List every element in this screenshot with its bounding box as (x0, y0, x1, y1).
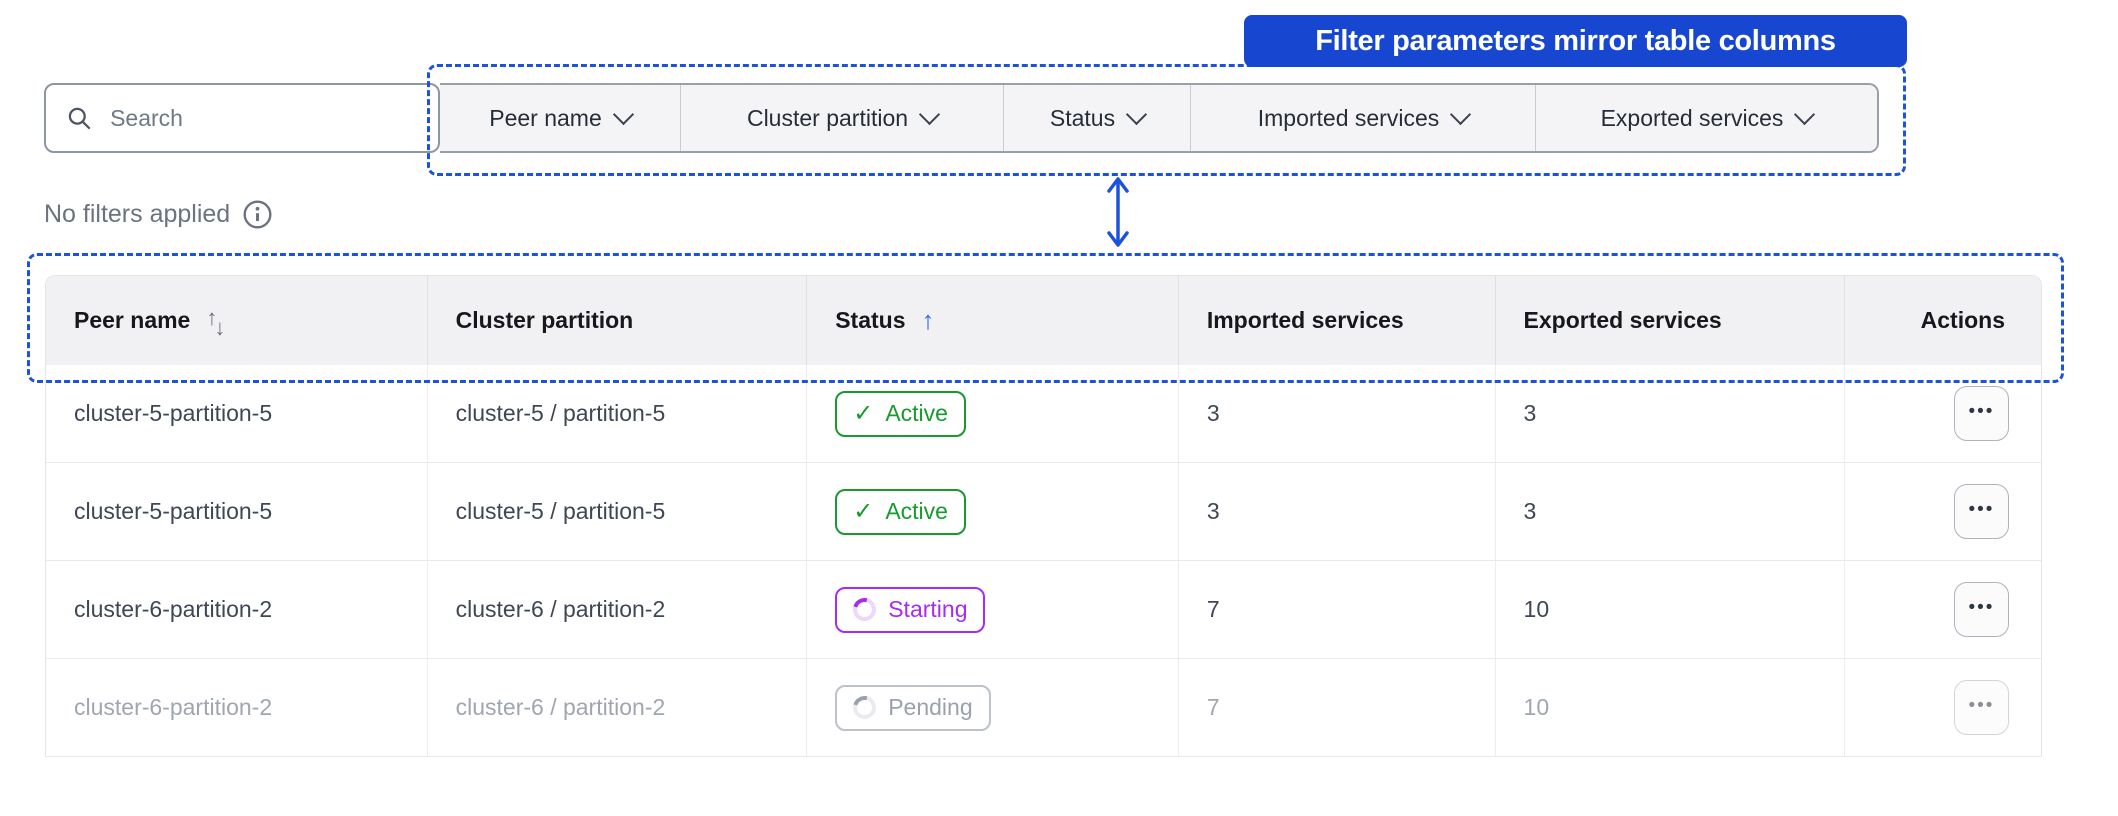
status-label: Active (885, 400, 948, 426)
filter-button-label: Imported services (1257, 104, 1440, 131)
cell-actions: ••• (1844, 463, 2041, 560)
cell-status: ✓ Active (806, 365, 1178, 462)
filter-button-label: Exported services (1600, 104, 1784, 131)
column-header-label: Status (835, 307, 906, 333)
cell-peer-name: cluster-5-partition-5 (74, 498, 273, 524)
cell-actions: ••• (1844, 659, 2041, 756)
check-icon: ✓ (853, 399, 874, 427)
spinner-icon (849, 691, 881, 724)
cell-imported-services: 7 (1177, 561, 1495, 658)
row-actions-button[interactable]: ••• (1953, 582, 2009, 637)
search-icon (68, 107, 91, 130)
status-label: Active (885, 498, 948, 524)
filter-summary: No filters applied (44, 199, 273, 230)
cell-exported-services: 3 (1494, 463, 1845, 560)
column-header[interactable]: Imported services ↑↓ ↑ (1177, 276, 1495, 365)
spinner-icon (849, 593, 881, 626)
status-badge: ✓ Pending (835, 684, 991, 731)
table-row: cluster-6-partition-2 cluster-6 / partit… (46, 659, 2041, 757)
status-label: Starting (888, 596, 968, 622)
cell-peer-name: cluster-5-partition-5 (74, 400, 273, 426)
callout-banner: Filter parameters mirror table columns (1244, 15, 1907, 67)
cell-exported-services: 10 (1494, 561, 1845, 658)
cell-imported-services: 3 (1177, 365, 1495, 462)
filter-button[interactable]: Peer name (440, 85, 680, 151)
ellipsis-icon: ••• (1968, 401, 1995, 422)
filter-button-label: Cluster partition (746, 104, 909, 131)
search-input[interactable] (108, 103, 418, 133)
filter-summary-text: No filters applied (44, 200, 231, 228)
mirror-arrow-icon (1107, 177, 1129, 247)
column-header-label: Cluster partition (455, 307, 634, 333)
ellipsis-icon: ••• (1968, 695, 1995, 716)
cell-peer-name: cluster-6-partition-2 (74, 596, 273, 622)
status-badge: ✓ Active (835, 488, 966, 535)
cell-cluster-partition: cluster-6 / partition-2 (426, 561, 807, 658)
cell-imported-services: 7 (1177, 659, 1495, 756)
status-label: Pending (888, 694, 973, 720)
chevron-down-icon (1794, 103, 1816, 126)
column-header[interactable]: Exported services ↑↓ ↑ (1494, 276, 1845, 365)
cell-actions: ••• (1844, 561, 2041, 658)
cell-status: ✓ Starting (806, 561, 1178, 658)
status-badge: ✓ Starting (835, 586, 986, 633)
row-actions-button[interactable]: ••• (1953, 680, 2009, 735)
column-header[interactable]: Peer name ↑↓ ↑ (46, 276, 427, 365)
cell-cluster-partition: cluster-5 / partition-5 (426, 365, 807, 462)
cell-status: ✓ Active (806, 463, 1178, 560)
sort-asc-icon[interactable]: ↑ (922, 305, 935, 336)
filter-button[interactable]: Cluster partition (680, 85, 1003, 151)
chevron-down-icon (918, 103, 941, 126)
filter-button-label: Peer name (489, 104, 602, 131)
chevron-down-icon (1450, 103, 1472, 126)
ellipsis-icon: ••• (1968, 499, 1995, 520)
row-actions-button[interactable]: ••• (1953, 386, 2009, 441)
column-header[interactable]: Status ↑↓ ↑ (806, 276, 1178, 365)
column-header-label: Imported services (1206, 307, 1404, 333)
status-badge: ✓ Active (835, 390, 966, 437)
table-row: cluster-6-partition-2 cluster-6 / partit… (46, 561, 2041, 659)
cell-cluster-partition: cluster-6 / partition-2 (426, 659, 807, 756)
chevron-down-icon (612, 103, 634, 126)
row-actions-button[interactable]: ••• (1953, 484, 2009, 539)
peers-table: Peer name ↑↓ ↑ Cluster partition ↑↓ ↑ St… (45, 275, 2042, 757)
cell-exported-services: 3 (1494, 365, 1845, 462)
search-box[interactable] (44, 83, 440, 153)
table-row: cluster-5-partition-5 cluster-5 / partit… (46, 365, 2041, 463)
peers-table-screen: Filter parameters mirror table columns P… (0, 0, 2118, 816)
sort-icon[interactable]: ↑ ↓ (206, 306, 228, 338)
column-header-label: Exported services (1523, 307, 1722, 333)
chevron-down-icon (1126, 103, 1148, 126)
filter-button[interactable]: Imported services (1190, 85, 1535, 151)
cell-actions: ••• (1844, 365, 2041, 462)
cell-imported-services: 3 (1177, 463, 1495, 560)
cell-peer-name: cluster-6-partition-2 (74, 694, 273, 720)
info-icon[interactable] (242, 199, 273, 230)
filter-button[interactable]: Status (1003, 85, 1190, 151)
cell-status: ✓ Pending (806, 659, 1178, 756)
filter-button-label: Status (1049, 104, 1116, 131)
table-body: cluster-5-partition-5 cluster-5 / partit… (46, 365, 2041, 757)
check-icon: ✓ (853, 497, 874, 525)
column-header-label: Actions (1920, 307, 2005, 333)
column-header[interactable]: Cluster partition ↑↓ ↑ (426, 276, 807, 365)
table-header-row: Peer name ↑↓ ↑ Cluster partition ↑↓ ↑ St… (46, 276, 2041, 365)
cell-cluster-partition: cluster-5 / partition-5 (426, 463, 807, 560)
column-header[interactable]: Actions ↑↓ ↑ (1844, 276, 2041, 365)
cell-exported-services: 10 (1494, 659, 1845, 756)
filter-group: Peer name Cluster partition Status Impor… (440, 83, 1879, 153)
column-header-label: Peer name (74, 307, 191, 333)
table-row: cluster-5-partition-5 cluster-5 / partit… (46, 463, 2041, 561)
filter-button[interactable]: Exported services (1535, 85, 1877, 151)
ellipsis-icon: ••• (1968, 597, 1995, 618)
